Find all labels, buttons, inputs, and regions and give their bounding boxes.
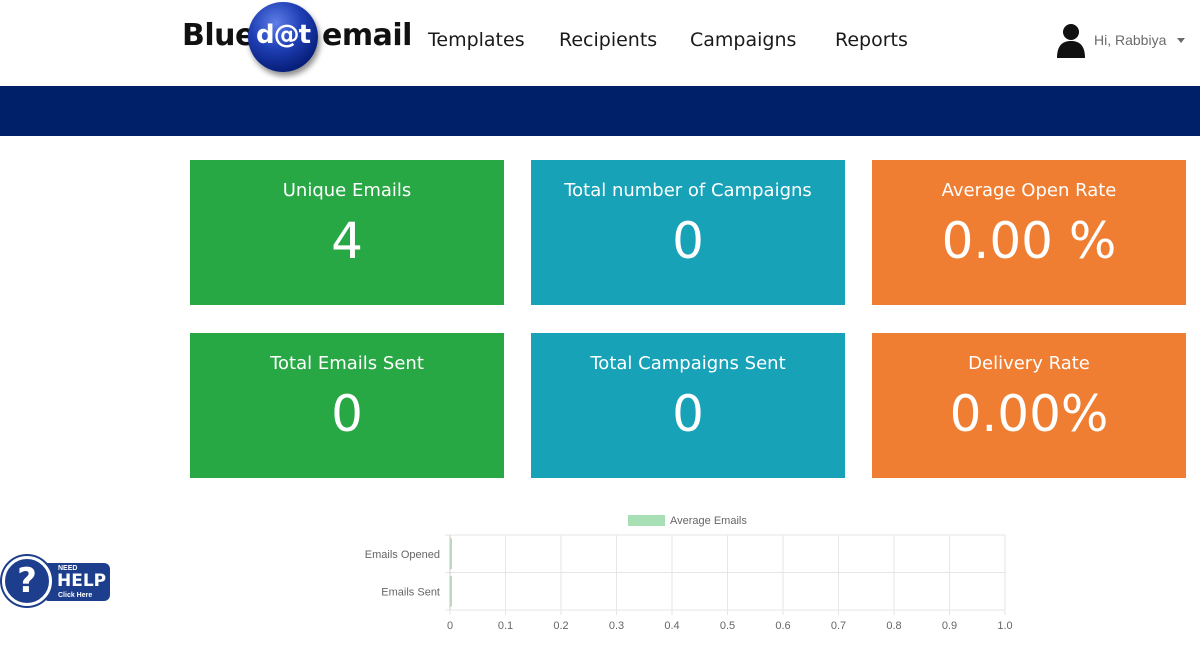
- nav-reports[interactable]: Reports: [835, 29, 908, 51]
- user-menu[interactable]: Hi, Rabbiya: [1056, 22, 1186, 58]
- x-tick-label: 0.6: [775, 620, 790, 632]
- nav-recipients[interactable]: Recipients: [559, 29, 657, 51]
- chart-canvas: Average Emails 0 0.1 0.2 0.3 0.4 0.5 0.6 0.7 0.8 0…: [365, 515, 1013, 632]
- x-tick-label: 1.0: [997, 620, 1012, 632]
- stat-value: 0.00 %: [941, 212, 1117, 270]
- brand-logo[interactable]: Blue d@t email: [182, 2, 412, 78]
- x-tick-label: 0.5: [720, 620, 735, 632]
- stat-title: Delivery Rate: [968, 353, 1090, 374]
- stat-value: 4: [331, 212, 363, 270]
- header-banner: [0, 86, 1200, 136]
- stat-card-unique-emails: Unique Emails 4: [190, 160, 504, 305]
- average-emails-chart: Average Emails 0 0.1 0.2 0.3 0.4 0.5 0.6 0.7 0.8 0…: [340, 505, 1030, 640]
- top-navbar: Blue d@t email Templates Recipients Camp…: [0, 0, 1200, 86]
- stat-title: Total number of Campaigns: [564, 180, 812, 201]
- logo-text-middle: d@t: [255, 20, 311, 50]
- stat-title: Average Open Rate: [941, 180, 1117, 201]
- x-tick-label: 0.7: [831, 620, 846, 632]
- chevron-down-icon: [1177, 38, 1185, 43]
- help-tag: NEED HELP Click Here: [46, 563, 110, 601]
- question-mark-icon: ?: [2, 556, 52, 606]
- stat-title: Unique Emails: [282, 180, 412, 201]
- stat-value: 0: [672, 385, 704, 443]
- stat-title: Total Emails Sent: [270, 353, 424, 374]
- stat-value: 0: [331, 385, 363, 443]
- user-icon: [1057, 24, 1085, 58]
- nav-templates[interactable]: Templates: [428, 29, 525, 51]
- x-tick-label: 0.9: [942, 620, 957, 632]
- stat-card-average-open-rate: Average Open Rate 0.00 %: [872, 160, 1186, 305]
- stat-value: 0: [672, 212, 704, 270]
- y-category-label: Emails Sent: [381, 586, 440, 598]
- logo-text-right: email: [322, 18, 412, 53]
- logo-orb-icon: d@t: [248, 2, 318, 72]
- logo-text-left: Blue: [182, 18, 255, 53]
- stat-value: 0.00%: [949, 385, 1109, 443]
- x-tick-label: 0.1: [498, 620, 513, 632]
- need-help-button[interactable]: NEED HELP Click Here ?: [0, 556, 112, 608]
- y-category-label: Emails Opened: [365, 549, 440, 561]
- x-tick-label: 0.4: [664, 620, 679, 632]
- x-tick-label: 0.8: [886, 620, 901, 632]
- legend-swatch: [628, 515, 665, 526]
- stat-card-delivery-rate: Delivery Rate 0.00%: [872, 333, 1186, 478]
- stat-title: Total Campaigns Sent: [590, 353, 786, 374]
- x-tick-label: 0.2: [553, 620, 568, 632]
- stat-card-total-emails-sent: Total Emails Sent 0: [190, 333, 504, 478]
- x-tick-label: 0: [447, 620, 453, 632]
- stat-card-total-campaigns: Total number of Campaigns 0: [531, 160, 845, 305]
- x-tick-label: 0.3: [609, 620, 624, 632]
- legend-label: Average Emails: [670, 515, 747, 527]
- help-click-text: Click Here: [58, 592, 93, 599]
- nav-campaigns[interactable]: Campaigns: [690, 29, 796, 51]
- stat-card-total-campaigns-sent: Total Campaigns Sent 0: [531, 333, 845, 478]
- user-greeting: Hi, Rabbiya: [1094, 32, 1167, 48]
- help-text: HELP: [57, 571, 107, 591]
